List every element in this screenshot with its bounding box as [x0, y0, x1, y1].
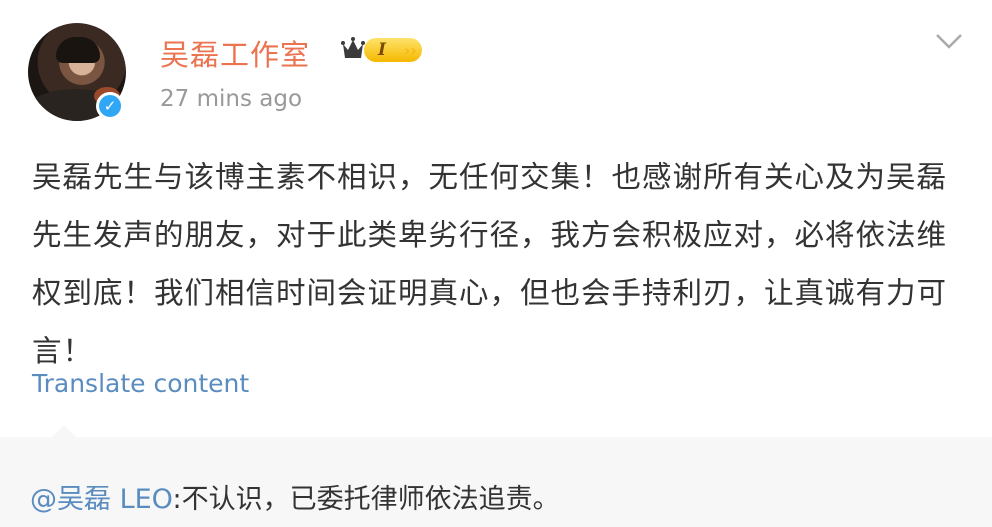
member-level-label: I — [378, 40, 386, 60]
post-timestamp[interactable]: 27 mins ago — [160, 86, 302, 112]
level-arrows-icon: ›› — [404, 41, 417, 60]
username[interactable]: 吴磊工作室 — [160, 32, 310, 74]
retweet-area: @吴磊 LEO:不认识，已委托律师依法追责。 — [0, 425, 992, 527]
weibo-post-card: ✓ 吴磊工作室 I ›› 27 mins ago 吴磊先生与该博主素不相识，无任… — [0, 0, 992, 527]
retweet-body: :不认识，已委托律师依法追责。 — [172, 484, 560, 515]
verified-badge-icon: ✓ — [96, 92, 124, 120]
chevron-down-icon[interactable] — [934, 30, 964, 52]
retweet-text: @吴磊 LEO:不认识，已委托律师依法追责。 — [30, 477, 560, 516]
crown-icon[interactable] — [341, 34, 365, 62]
notch-arrow — [52, 425, 76, 437]
translate-content-link[interactable]: Translate content — [32, 369, 249, 398]
post-content: 吴磊先生与该博主素不相识，无任何交集！也感谢所有关心及为吴磊先生发声的朋友，对于… — [32, 160, 948, 368]
user-mention-link[interactable]: @吴磊 LEO — [30, 484, 172, 515]
